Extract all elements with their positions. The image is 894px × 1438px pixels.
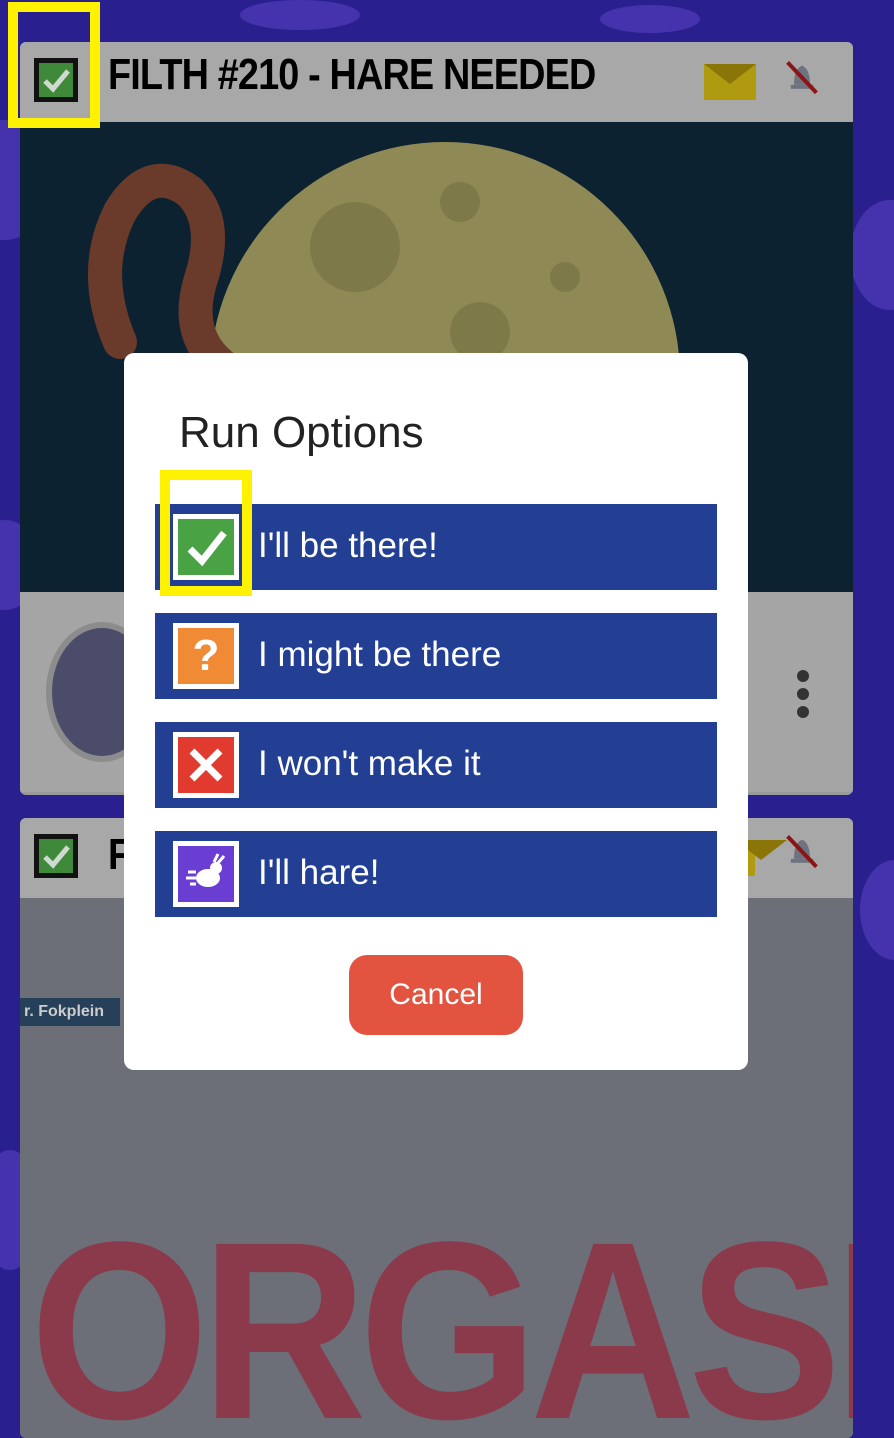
checkmark-icon xyxy=(43,69,70,93)
option-icon-frame xyxy=(173,514,239,580)
option-label: I might be there xyxy=(258,635,502,674)
option-i-wont-make-it[interactable]: I won't make it xyxy=(155,722,717,808)
question-icon: ? xyxy=(178,628,234,684)
checkmark-icon xyxy=(178,519,234,575)
card-header: FILTH #210 - HARE NEEDED xyxy=(20,42,853,122)
option-label: I'll hare! xyxy=(258,853,380,892)
dialog-title: Run Options xyxy=(179,408,424,457)
bell-muted-icon[interactable] xyxy=(782,830,822,870)
kebab-menu-icon[interactable] xyxy=(797,670,809,724)
x-icon xyxy=(178,737,234,793)
rabbit-icon xyxy=(178,846,234,902)
option-icon-frame xyxy=(173,732,239,798)
rsvp-checkbox[interactable] xyxy=(34,834,78,878)
street-sign: r. Fokplein xyxy=(20,998,120,1026)
mail-icon[interactable] xyxy=(704,64,756,100)
option-label: I'll be there! xyxy=(258,526,438,565)
option-icon-frame: ? xyxy=(173,623,239,689)
bell-muted-icon[interactable] xyxy=(782,56,822,96)
checkmark-icon xyxy=(43,845,70,869)
option-i-might-be-there[interactable]: ? I might be there xyxy=(155,613,717,699)
cancel-button[interactable]: Cancel xyxy=(349,955,523,1035)
option-icon-frame xyxy=(173,841,239,907)
option-ill-hare[interactable]: I'll hare! xyxy=(155,831,717,917)
option-label: I won't make it xyxy=(258,744,481,783)
option-ill-be-there[interactable]: I'll be there! xyxy=(155,504,717,590)
run-title[interactable]: FILTH #210 - HARE NEEDED xyxy=(108,50,596,100)
run-options-dialog: Run Options I'll be there! ? I might be … xyxy=(124,353,748,1070)
rsvp-checkbox[interactable] xyxy=(34,58,78,102)
graffiti-text: ORGASM xyxy=(30,1189,853,1438)
